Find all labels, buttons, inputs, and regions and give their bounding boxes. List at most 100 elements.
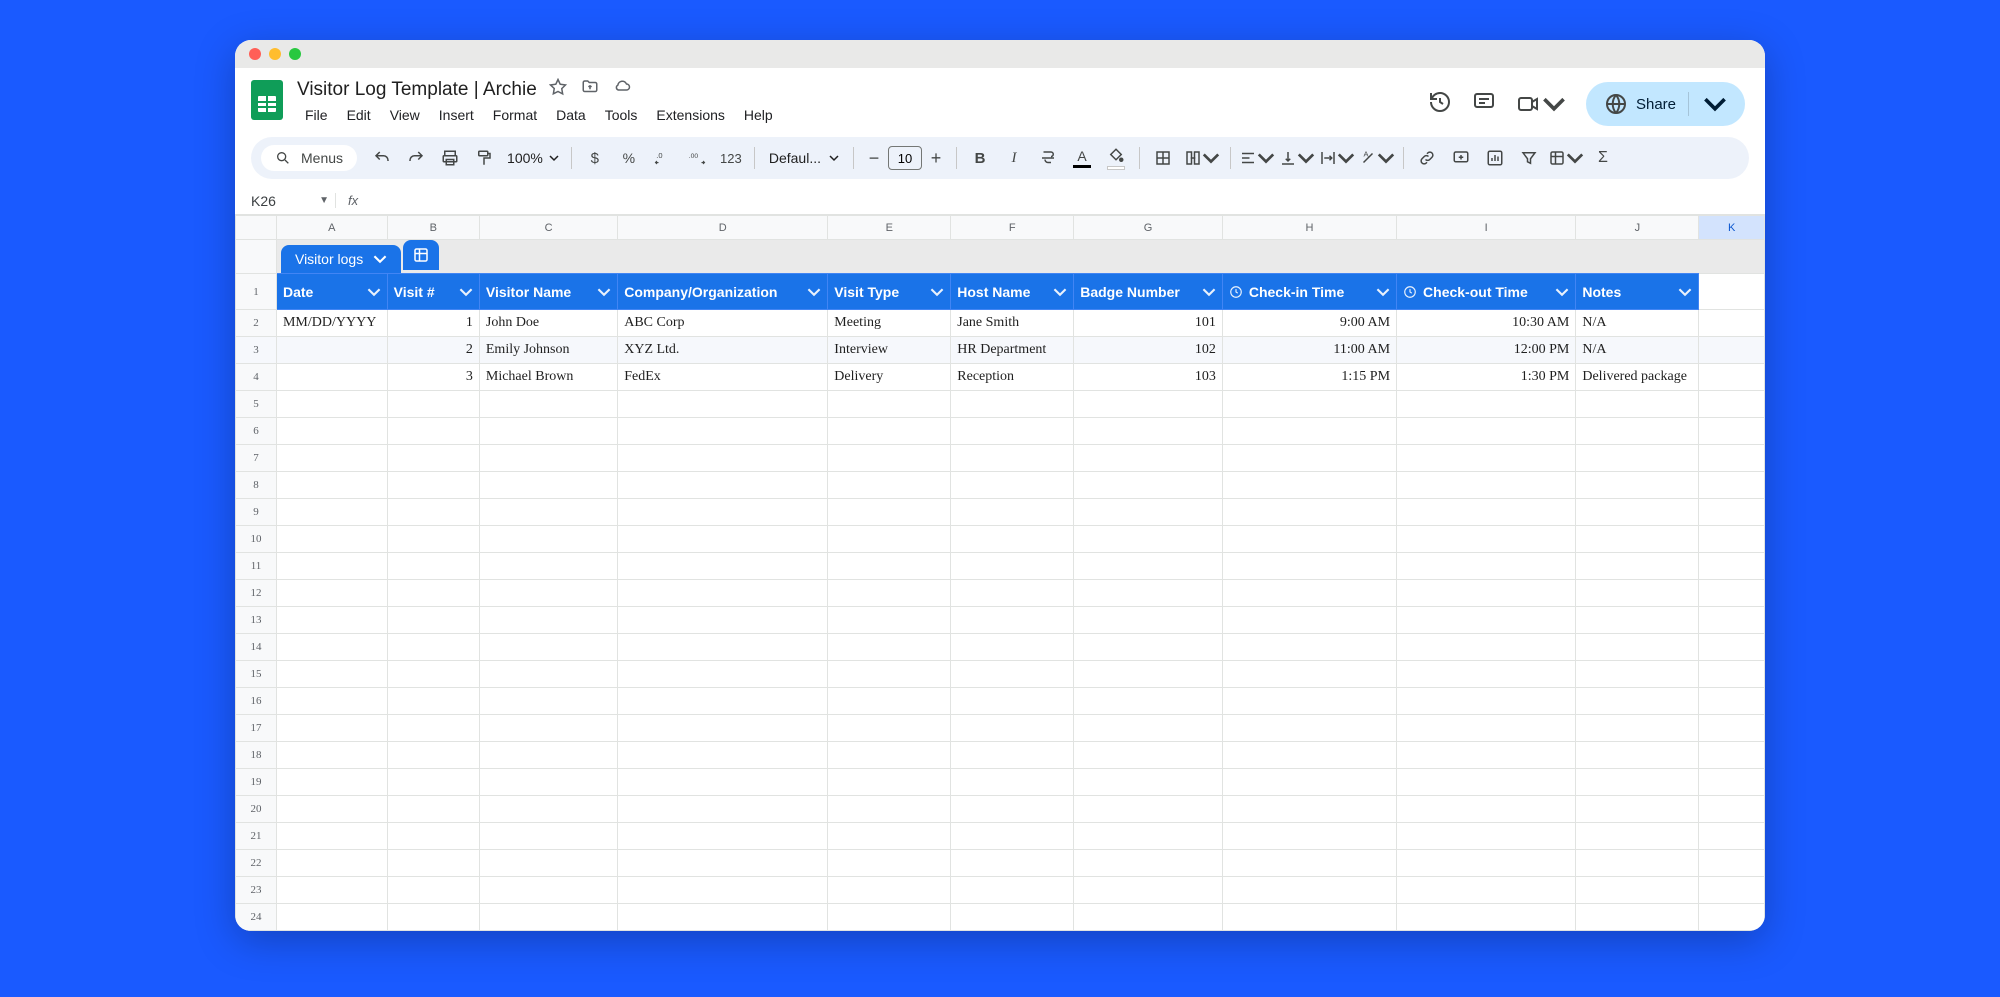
empty-cell[interactable] — [1222, 877, 1396, 904]
table-header-visitor[interactable]: Visitor Name — [479, 274, 617, 310]
column-header-J[interactable]: J — [1576, 216, 1699, 240]
empty-cell[interactable] — [951, 553, 1074, 580]
cell-visit_type[interactable]: Delivery — [828, 364, 951, 391]
empty-cell[interactable] — [618, 526, 828, 553]
table-header-date[interactable]: Date — [276, 274, 387, 310]
empty-cell[interactable] — [1397, 823, 1576, 850]
empty-cell[interactable] — [828, 391, 951, 418]
v-align-button[interactable] — [1279, 143, 1315, 173]
menu-data[interactable]: Data — [548, 103, 594, 127]
empty-cell[interactable] — [618, 904, 828, 931]
empty-cell[interactable] — [1699, 742, 1765, 769]
h-align-button[interactable] — [1239, 143, 1275, 173]
empty-cell[interactable] — [1074, 445, 1223, 472]
empty-cell[interactable] — [387, 526, 479, 553]
share-button[interactable]: Share — [1586, 82, 1745, 126]
empty-cell[interactable] — [387, 904, 479, 931]
row-header[interactable]: 12 — [236, 580, 277, 607]
star-icon[interactable] — [549, 78, 567, 101]
empty-cell[interactable] — [1074, 823, 1223, 850]
empty-cell[interactable] — [276, 850, 387, 877]
empty-cell[interactable] — [1576, 634, 1699, 661]
empty-cell[interactable] — [828, 715, 951, 742]
empty-cell[interactable] — [1699, 877, 1765, 904]
cell-host[interactable]: Jane Smith — [951, 310, 1074, 337]
cell-visit_no[interactable]: 2 — [387, 337, 479, 364]
row-header[interactable]: 7 — [236, 445, 277, 472]
italic-button[interactable]: I — [999, 143, 1029, 173]
empty-cell[interactable] — [479, 418, 617, 445]
row-header[interactable]: 1 — [236, 274, 277, 310]
empty-cell[interactable] — [618, 850, 828, 877]
column-header-F[interactable]: F — [951, 216, 1074, 240]
empty-cell[interactable] — [951, 904, 1074, 931]
empty-cell[interactable] — [1222, 661, 1396, 688]
row-header[interactable]: 2 — [236, 310, 277, 337]
row-header[interactable]: 20 — [236, 796, 277, 823]
empty-cell[interactable] — [1074, 580, 1223, 607]
empty-cell[interactable] — [276, 904, 387, 931]
empty-cell[interactable] — [828, 472, 951, 499]
font-size-increase[interactable]: + — [924, 148, 948, 169]
empty-cell[interactable] — [387, 418, 479, 445]
empty-cell[interactable] — [1222, 688, 1396, 715]
column-header-G[interactable]: G — [1074, 216, 1223, 240]
empty-cell[interactable] — [479, 661, 617, 688]
empty-cell[interactable] — [479, 823, 617, 850]
cell-visit_no[interactable]: 3 — [387, 364, 479, 391]
empty-cell[interactable] — [828, 823, 951, 850]
empty-cell[interactable] — [1699, 661, 1765, 688]
paint-format-button[interactable] — [469, 143, 499, 173]
empty-cell[interactable] — [951, 526, 1074, 553]
empty-cell[interactable] — [828, 904, 951, 931]
empty-cell[interactable] — [1576, 499, 1699, 526]
empty-cell[interactable] — [387, 634, 479, 661]
empty-cell[interactable] — [618, 607, 828, 634]
empty-cell[interactable] — [387, 769, 479, 796]
row-header[interactable]: 6 — [236, 418, 277, 445]
cell-checkout[interactable]: 10:30 AM — [1397, 310, 1576, 337]
row-header[interactable]: 13 — [236, 607, 277, 634]
empty-cell[interactable] — [1699, 553, 1765, 580]
empty-cell[interactable] — [951, 634, 1074, 661]
row-header[interactable]: 22 — [236, 850, 277, 877]
percent-button[interactable]: % — [614, 143, 644, 173]
empty-cell[interactable] — [1576, 472, 1699, 499]
merge-cells-button[interactable] — [1182, 143, 1222, 173]
empty-cell[interactable] — [951, 580, 1074, 607]
empty-cell[interactable] — [828, 769, 951, 796]
table-tab[interactable]: Visitor logs — [281, 245, 401, 273]
empty-cell[interactable] — [276, 580, 387, 607]
empty-cell[interactable] — [1397, 634, 1576, 661]
empty-cell[interactable] — [1222, 418, 1396, 445]
empty-cell[interactable] — [479, 904, 617, 931]
empty-cell[interactable] — [1222, 769, 1396, 796]
empty-cell[interactable] — [951, 391, 1074, 418]
empty-cell[interactable] — [387, 445, 479, 472]
empty-cell[interactable] — [479, 580, 617, 607]
empty-cell[interactable] — [1397, 904, 1576, 931]
empty-cell[interactable] — [951, 607, 1074, 634]
menu-insert[interactable]: Insert — [431, 103, 482, 127]
column-header-K[interactable]: K — [1699, 216, 1765, 240]
empty-cell[interactable] — [828, 607, 951, 634]
empty-cell[interactable] — [618, 823, 828, 850]
increase-decimal-button[interactable]: .00 — [682, 143, 712, 173]
row-header[interactable]: 16 — [236, 688, 277, 715]
empty-cell[interactable] — [1074, 607, 1223, 634]
empty-cell[interactable] — [1397, 472, 1576, 499]
table-header-checkin[interactable]: Check-in Time — [1222, 274, 1396, 310]
menu-edit[interactable]: Edit — [339, 103, 379, 127]
empty-cell[interactable] — [1074, 769, 1223, 796]
empty-cell[interactable] — [618, 553, 828, 580]
empty-cell[interactable] — [828, 742, 951, 769]
empty-cell[interactable] — [479, 553, 617, 580]
empty-cell[interactable] — [1222, 580, 1396, 607]
empty-cell[interactable] — [479, 688, 617, 715]
empty-cell[interactable] — [276, 418, 387, 445]
empty-cell[interactable] — [1397, 445, 1576, 472]
empty-cell[interactable] — [276, 742, 387, 769]
row-header[interactable]: 11 — [236, 553, 277, 580]
empty-cell[interactable] — [951, 688, 1074, 715]
empty-cell[interactable] — [276, 688, 387, 715]
